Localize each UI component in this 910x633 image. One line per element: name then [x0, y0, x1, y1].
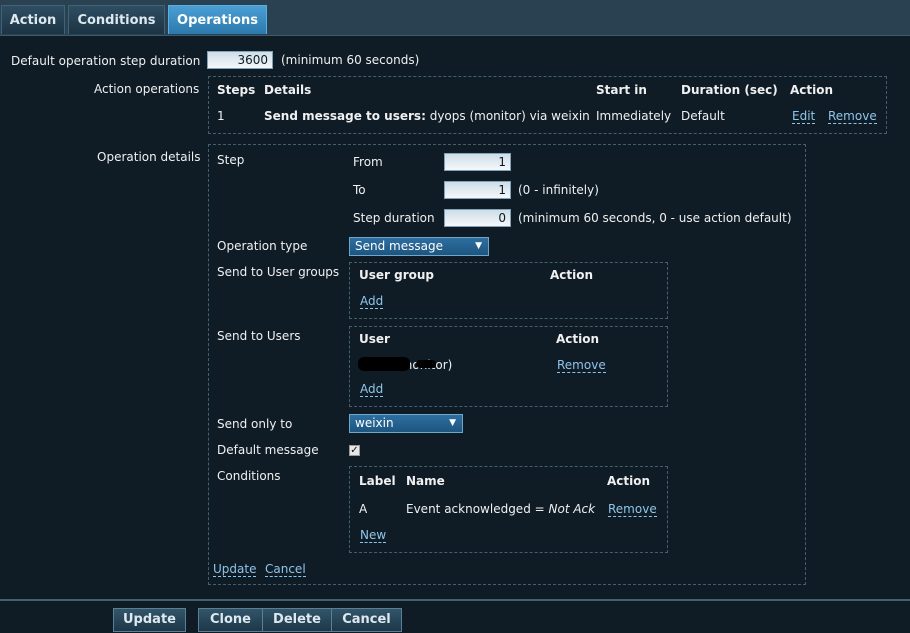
conditions-table: Label Name Action A Event acknowledged =…: [349, 466, 668, 553]
col-user-group-action: Action: [550, 268, 594, 282]
add-user-group-link[interactable]: Add: [360, 295, 384, 309]
step-to-label: To: [353, 183, 366, 197]
send-only-to-label: Send only to: [217, 417, 293, 431]
users-table: User Action (monitor) Remove Add: [349, 326, 668, 407]
action-operations-label: Action operations: [94, 82, 200, 96]
col-cond-name: Name: [406, 474, 445, 488]
tab-operations[interactable]: Operations: [168, 5, 267, 34]
operation-type-label: Operation type: [217, 239, 308, 253]
row-start-in: Immediately: [596, 109, 672, 123]
action-operations-table: Steps Details Start in Duration (sec) Ac…: [208, 76, 887, 134]
step-from-input[interactable]: 1: [444, 153, 511, 171]
col-details: Details: [264, 83, 312, 97]
step-duration-input[interactable]: 0: [444, 209, 511, 227]
operation-details-label: Operation details: [97, 150, 201, 164]
default-step-duration-hint: (minimum 60 seconds): [281, 53, 420, 67]
step-duration-label: Step duration: [353, 211, 435, 225]
conditions-label: Conditions: [217, 469, 281, 483]
add-user-link[interactable]: Add: [360, 383, 384, 397]
redaction-scribble-2: [416, 360, 436, 368]
cond-row-label: A: [359, 502, 368, 516]
users-label: Send to Users: [217, 329, 301, 343]
new-condition-link[interactable]: New: [360, 529, 387, 543]
step-from-label: From: [353, 155, 383, 169]
user-groups-label: Send to User groups: [217, 265, 340, 279]
user-groups-table: User group Action Add: [349, 262, 668, 319]
col-cond-action: Action: [607, 474, 651, 488]
step-label: Step: [217, 153, 245, 167]
cond-row-name-prefix: Event acknowledged =: [406, 502, 549, 516]
col-cond-label: Label: [359, 474, 396, 488]
caret-down-icon: ▼: [475, 241, 482, 251]
row-duration: Default: [681, 109, 725, 123]
footer-divider: [0, 599, 910, 601]
cond-row-name-value: Not Ack: [548, 502, 596, 516]
tab-action[interactable]: Action: [1, 5, 65, 34]
row-details: Send message to users: dyops (monitor) v…: [264, 109, 590, 123]
col-user-group: User group: [359, 268, 435, 282]
step-to-input[interactable]: 1: [444, 181, 511, 199]
default-step-duration-label: Default operation step duration: [11, 54, 201, 68]
redaction-scribble: [358, 357, 410, 371]
operation-type-value: Send message: [355, 239, 443, 253]
col-duration: Duration (sec): [681, 83, 778, 97]
default-step-duration-input[interactable]: 3600: [207, 51, 273, 69]
row-details-rest: dyops (monitor) via weixin: [429, 109, 590, 123]
step-to-hint: (0 - infinitely): [518, 183, 599, 197]
operation-type-select[interactable]: Send message ▼: [349, 237, 489, 256]
send-only-to-select[interactable]: weixin ▼: [349, 414, 463, 433]
delete-button[interactable]: Delete: [262, 608, 332, 632]
send-only-to-value: weixin: [355, 416, 394, 430]
remove-condition-link[interactable]: Remove: [608, 503, 657, 517]
step-duration-hint: (minimum 60 seconds, 0 - use action defa…: [518, 211, 792, 225]
cond-row-name: Event acknowledged = Not Ack: [406, 502, 595, 516]
tab-bar: Action Conditions Operations: [0, 0, 910, 36]
cancel-button[interactable]: Cancel: [331, 608, 402, 632]
row-steps: 1: [217, 109, 225, 123]
col-action: Action: [790, 83, 834, 97]
default-message-label: Default message: [217, 443, 319, 457]
edit-operation-link[interactable]: Edit: [792, 110, 816, 124]
tab-conditions[interactable]: Conditions: [68, 5, 165, 34]
check-icon: ✓: [350, 445, 359, 456]
col-steps: Steps: [217, 83, 256, 97]
clone-button[interactable]: Clone: [198, 608, 263, 632]
col-start-in: Start in: [596, 83, 647, 97]
update-button[interactable]: Update: [113, 608, 186, 632]
operation-details-panel: Step From 1 To 1 (0 - infinitely) Step d…: [208, 144, 806, 585]
default-message-checkbox[interactable]: ✓: [349, 445, 360, 456]
caret-down-icon: ▼: [449, 418, 456, 428]
row-details-bold: Send message to users:: [264, 109, 426, 123]
cancel-operation-link[interactable]: Cancel: [265, 563, 306, 577]
remove-operation-link[interactable]: Remove: [828, 110, 877, 124]
col-user-action: Action: [556, 332, 600, 346]
col-user: User: [359, 332, 390, 346]
update-operation-link[interactable]: Update: [213, 563, 257, 577]
remove-user-link[interactable]: Remove: [557, 359, 606, 373]
